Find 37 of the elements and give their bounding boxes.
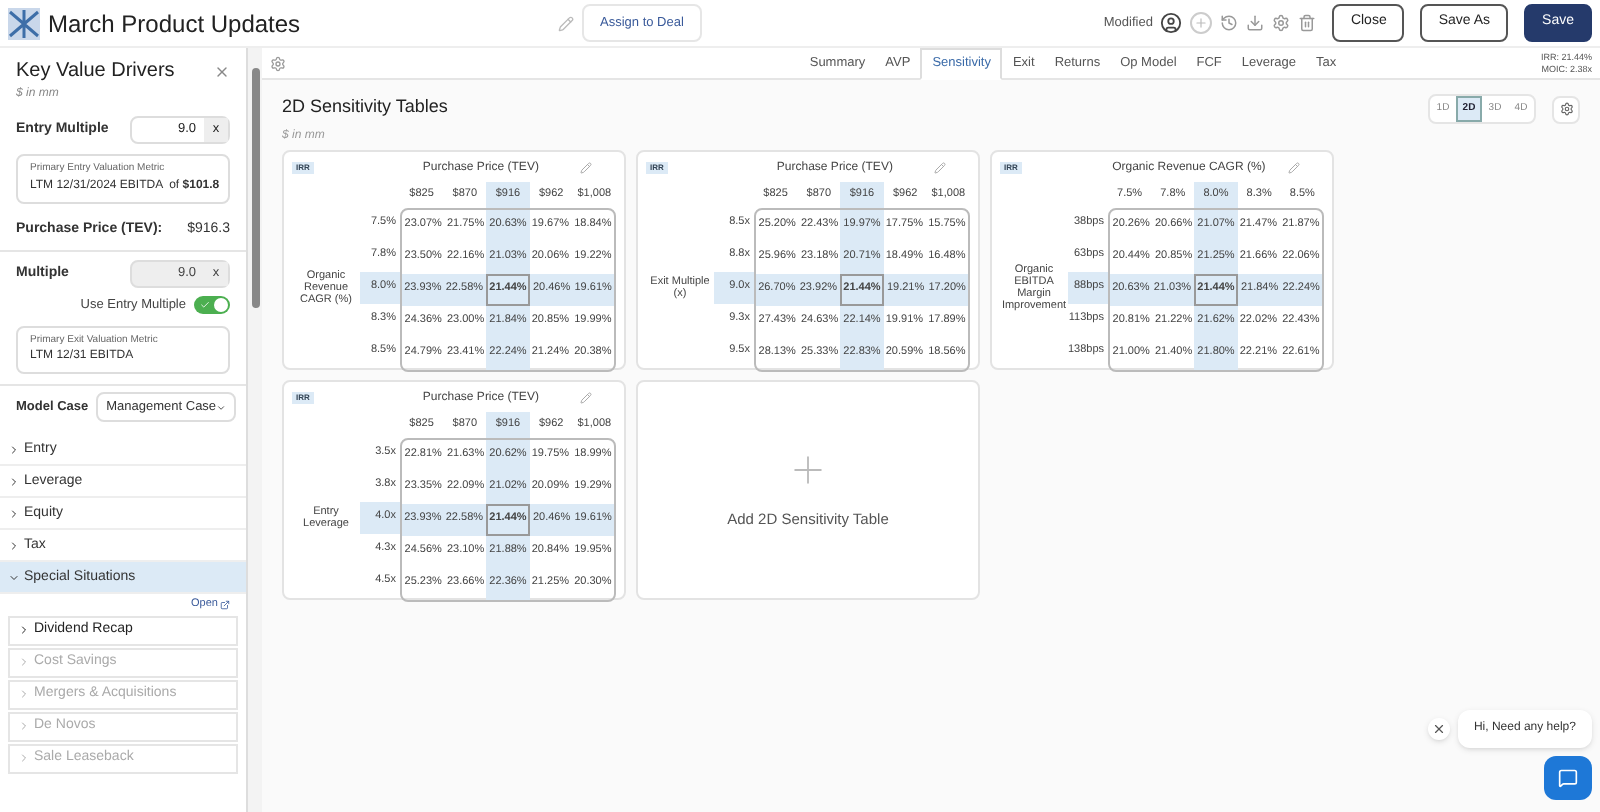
document-title: March Product Updates [48, 7, 303, 41]
pencil-icon[interactable] [934, 162, 946, 174]
gear-icon [1559, 102, 1573, 116]
chevron-right-icon [8, 539, 20, 552]
add-user-icon[interactable] [1190, 12, 1213, 34]
chat-icon [1558, 768, 1578, 788]
pencil-icon[interactable] [580, 392, 592, 404]
pencil-icon[interactable] [1288, 162, 1300, 174]
sidebar-title: Key Value Drivers [16, 58, 175, 86]
avatar-icon [1160, 12, 1183, 34]
chevron-right-icon [18, 656, 30, 668]
chevron-right-icon [18, 752, 30, 764]
trash-icon[interactable] [1298, 14, 1317, 32]
pencil-icon[interactable] [558, 15, 574, 31]
pencil-icon[interactable] [580, 162, 592, 174]
chat-button[interactable] [1544, 756, 1592, 800]
chevron-right-icon [8, 443, 20, 456]
check-icon [200, 300, 210, 311]
logo-icon [8, 7, 40, 39]
external-link-icon[interactable] [220, 599, 230, 610]
chevron-down-icon [8, 571, 20, 584]
chevron-right-icon [18, 720, 30, 732]
scrollbar-track[interactable] [248, 48, 262, 812]
toggle-switch[interactable] [194, 296, 230, 315]
page-heading: 2D Sensitivity Tables [282, 94, 448, 120]
chevron-down-icon [216, 401, 227, 414]
chevron-right-icon [18, 688, 30, 700]
download-icon[interactable] [1246, 14, 1265, 32]
chevron-right-icon [18, 624, 30, 636]
settings-button[interactable] [1552, 95, 1580, 123]
settings-icon[interactable] [1272, 14, 1291, 32]
settings-icon[interactable] [270, 55, 286, 71]
history-icon[interactable] [1220, 14, 1239, 32]
chevron-right-icon [8, 475, 20, 488]
close-icon[interactable] [214, 63, 230, 79]
chevron-right-icon [8, 507, 20, 520]
scrollbar-thumb[interactable] [251, 68, 259, 308]
